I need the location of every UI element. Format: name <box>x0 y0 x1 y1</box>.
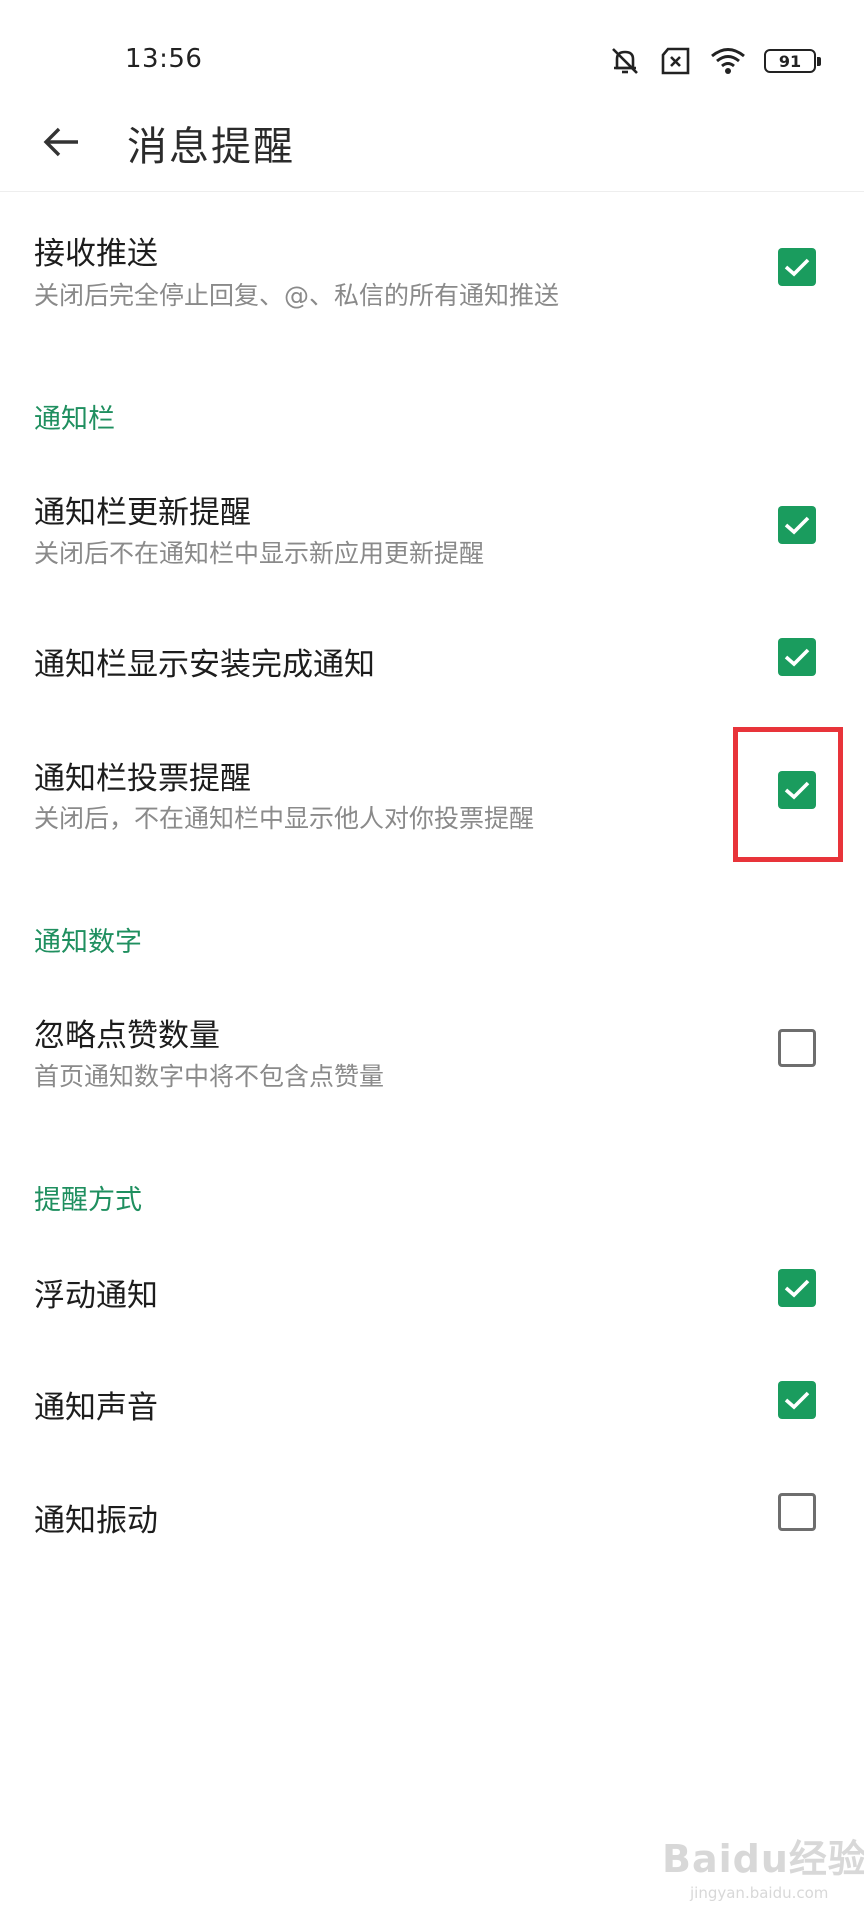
checkbox-install-complete[interactable] <box>778 638 816 676</box>
checkbox-notification-sound[interactable] <box>778 1381 816 1419</box>
setting-title: 通知栏显示安装完成通知 <box>34 647 375 683</box>
section-header-notification-bar: 通知栏 <box>34 404 115 435</box>
checkbox-ignore-likes[interactable] <box>778 1029 816 1067</box>
section-header-notification-count: 通知数字 <box>34 927 142 958</box>
setting-title: 通知声音 <box>34 1390 158 1426</box>
setting-title: 通知栏更新提醒 <box>34 495 251 531</box>
setting-title: 通知栏投票提醒 <box>34 761 251 797</box>
settings-list: 接收推送 关闭后完全停止回复、@、私信的所有通知推送 通知栏 通知栏更新提醒 关… <box>0 0 864 1920</box>
check-icon <box>784 648 810 667</box>
check-icon <box>784 258 810 277</box>
setting-title: 通知振动 <box>34 1503 158 1539</box>
checkbox-notification-update[interactable] <box>778 506 816 544</box>
setting-title: 浮动通知 <box>34 1278 158 1314</box>
setting-description: 关闭后，不在通知栏中显示他人对你投票提醒 <box>34 804 535 833</box>
check-icon <box>784 1279 810 1298</box>
checkbox-floating-notification[interactable] <box>778 1269 816 1307</box>
checkbox-receive-push[interactable] <box>778 248 816 286</box>
setting-description: 关闭后不在通知栏中显示新应用更新提醒 <box>34 539 485 568</box>
setting-title: 接收推送 <box>34 236 158 272</box>
check-icon <box>784 516 810 535</box>
watermark-url: jingyan.baidu.com <box>690 1884 829 1902</box>
watermark-logo: Baidu经验 <box>662 1837 864 1881</box>
setting-description: 首页通知数字中将不包含点赞量 <box>34 1062 385 1091</box>
setting-title: 忽略点赞数量 <box>34 1018 220 1054</box>
section-header-reminder-mode: 提醒方式 <box>34 1185 142 1216</box>
checkbox-notification-vibration[interactable] <box>778 1493 816 1531</box>
setting-description: 关闭后完全停止回复、@、私信的所有通知推送 <box>34 281 560 310</box>
highlight-annotation-box <box>733 727 843 862</box>
check-icon <box>784 1391 810 1410</box>
